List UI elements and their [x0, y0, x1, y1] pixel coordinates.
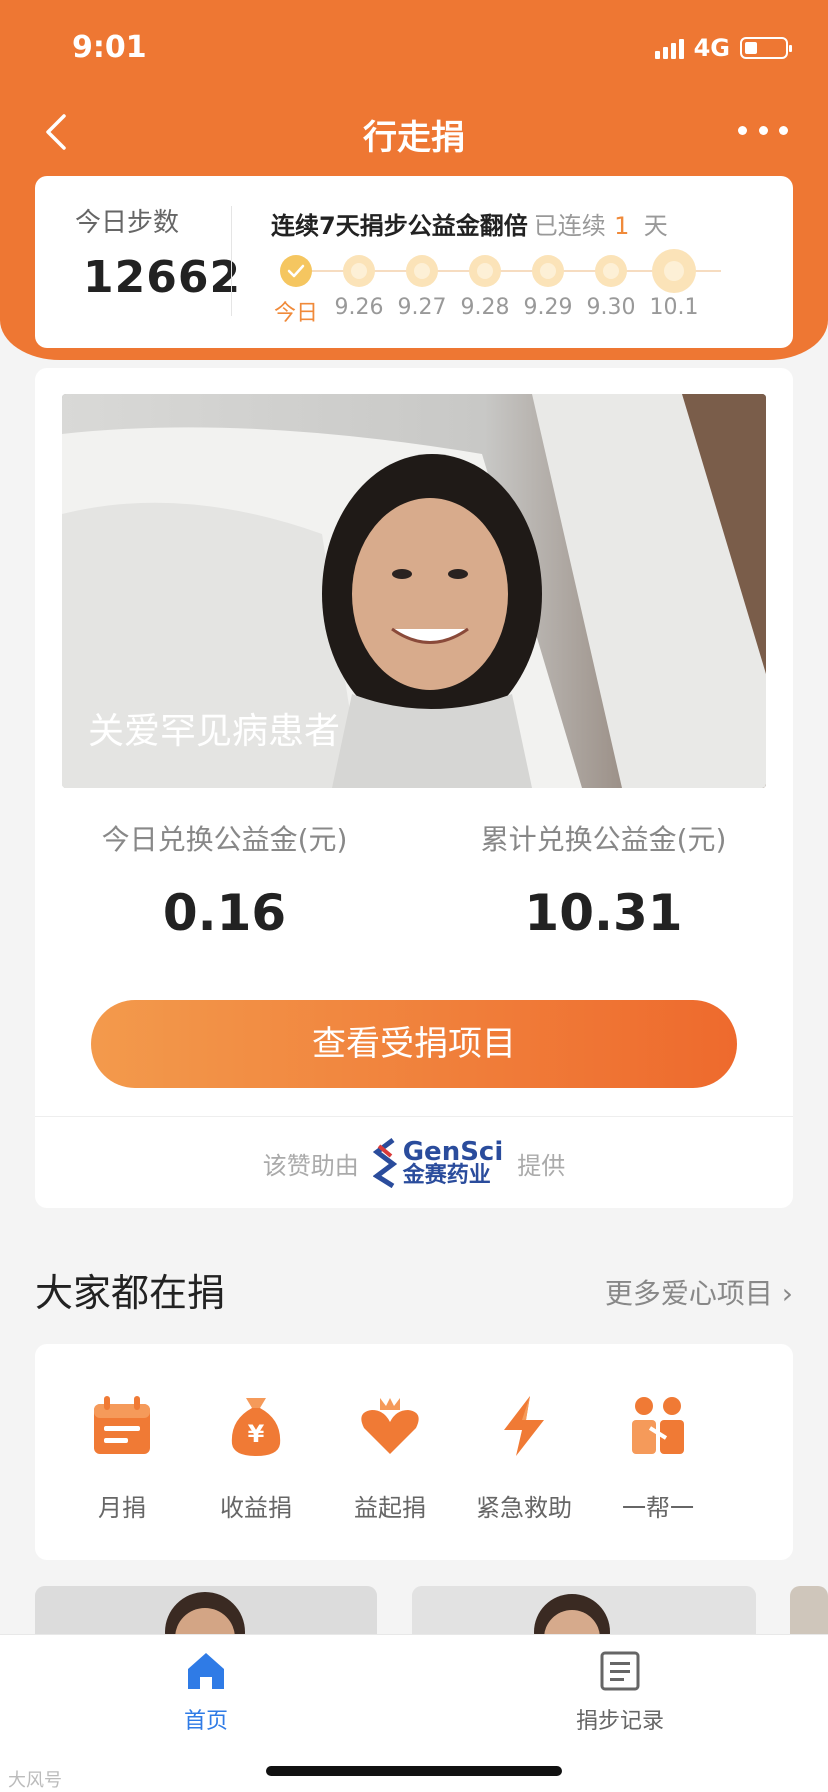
category-one-on-one[interactable]: 一帮一: [591, 1394, 725, 1523]
streak-title-text: 连续7天捐步公益金翻倍: [271, 212, 528, 240]
money-bag-icon: ¥: [224, 1394, 288, 1458]
sponsor-suffix: 提供: [517, 1151, 566, 1180]
category-label: 益起捐: [354, 1494, 426, 1522]
timeline-day-label: 9.29: [523, 295, 573, 320]
category-earnings[interactable]: ¥ 收益捐: [189, 1394, 323, 1523]
category-monthly[interactable]: 月捐: [55, 1394, 189, 1523]
streak-title: 连续7天捐步公益金翻倍 已连续 1 天: [271, 206, 668, 241]
heart-crown-icon: [358, 1394, 422, 1458]
streak-prefix: 已连续: [533, 212, 606, 240]
view-project-button[interactable]: 查看受捐项目: [91, 1000, 737, 1088]
today-steps-label: 今日步数: [75, 208, 180, 238]
calendar-icon: [90, 1394, 154, 1458]
timeline-day: 9.26: [324, 246, 394, 320]
status-bar: 9:01 4G: [0, 0, 828, 96]
home-indicator[interactable]: [266, 1766, 562, 1776]
home-icon: [106, 1649, 306, 1697]
tab-label: 捐步记录: [575, 1709, 664, 1734]
timeline-day-label: 9.30: [586, 295, 636, 320]
tab-label: 首页: [183, 1709, 228, 1734]
timeline-day: 今日: [261, 246, 331, 327]
category-label: 紧急救助: [476, 1494, 572, 1522]
timeline-day-label: 今日: [273, 301, 318, 326]
category-together[interactable]: 益起捐: [323, 1394, 457, 1523]
timeline-day-label: 9.27: [397, 295, 447, 320]
day-dot-icon: [532, 255, 564, 287]
today-stat-value: 0.16: [162, 884, 287, 942]
sponsor-prefix: 该赞助由: [262, 1151, 359, 1180]
timeline-day-label: 9.28: [460, 295, 510, 320]
page-title: 行走捐: [363, 118, 465, 158]
timeline-day: 9.28: [450, 246, 520, 320]
signal-icon: [654, 37, 684, 59]
more-projects-link[interactable]: 更多爱心项目 ›: [605, 1272, 793, 1312]
nav-bar: 行走捐: [0, 96, 828, 168]
sponsor-line: 该赞助由 GenSci 金赛药业 提供: [35, 1138, 793, 1188]
total-stat: 累计兑换公益金(元) 10.31: [414, 818, 793, 942]
timeline-day: 10.1: [639, 246, 709, 320]
record-icon: [520, 1649, 720, 1697]
svg-text:¥: ¥: [248, 1420, 265, 1448]
chevron-right-icon: ›: [781, 1277, 793, 1310]
more-projects-label: 更多爱心项目: [604, 1277, 773, 1310]
status-right: 4G: [654, 34, 792, 62]
today-stat-label: 今日兑换公益金(元): [101, 823, 348, 856]
today-stat: 今日兑换公益金(元) 0.16: [35, 818, 414, 942]
divider: [35, 1116, 793, 1117]
project-thumbnail[interactable]: [35, 1586, 377, 1636]
timeline-day: 9.30: [576, 246, 646, 320]
project-thumbnail[interactable]: [790, 1586, 828, 1636]
bonus-day-icon: [652, 249, 696, 293]
gensci-logo-icon: [372, 1138, 397, 1188]
total-stat-label: 累计兑换公益金(元): [480, 823, 727, 856]
project-photo[interactable]: 关爱罕见病患者: [62, 394, 766, 788]
streak-timeline: 今日 9.26 9.27 9.28 9.29 9.30 10.1: [271, 246, 771, 336]
divider: [231, 206, 232, 316]
category-card: 月捐 ¥ 收益捐 益起捐 紧急救助 一帮一: [35, 1344, 793, 1560]
network-label: 4G: [693, 34, 730, 62]
timeline-day-label: 9.26: [334, 295, 384, 320]
section-title: 大家都在捐: [35, 1271, 226, 1315]
sponsor-brand-en: GenSci: [402, 1137, 504, 1167]
category-label: 收益捐: [220, 1494, 292, 1522]
streak-days: 1: [614, 212, 630, 240]
project-caption: 关爱罕见病患者: [88, 711, 341, 752]
streak-suffix: 天: [643, 212, 668, 240]
sponsor-brand-cn: 金赛药业: [402, 1163, 491, 1188]
timeline-day: 9.29: [513, 246, 583, 320]
category-label: 月捐: [98, 1494, 146, 1522]
category-label: 一帮一: [622, 1494, 694, 1522]
steps-card: 今日步数 12662 连续7天捐步公益金翻倍 已连续 1 天 今日 9.26 9.…: [35, 176, 793, 348]
status-time: 9:01: [72, 30, 147, 65]
timeline-day: 9.27: [387, 246, 457, 320]
day-dot-icon: [406, 255, 438, 287]
project-thumbnails: [0, 1586, 828, 1636]
tab-home[interactable]: 首页: [106, 1649, 306, 1735]
section-header: 大家都在捐 更多爱心项目 ›: [35, 1262, 793, 1315]
timeline-day-label: 10.1: [649, 295, 699, 320]
people-icon: [626, 1394, 690, 1458]
watermark: 大风号: [8, 1770, 62, 1791]
project-card: 关爱罕见病患者 今日兑换公益金(元) 0.16 累计兑换公益金(元) 10.31…: [35, 368, 793, 1208]
gensci-logo: GenSci 金赛药业: [372, 1137, 504, 1188]
battery-icon: [740, 37, 792, 59]
check-icon: [280, 255, 312, 287]
day-dot-icon: [343, 255, 375, 287]
tab-step-records[interactable]: 捐步记录: [520, 1649, 720, 1735]
lightning-icon: [492, 1394, 556, 1458]
project-thumbnail[interactable]: [412, 1586, 756, 1636]
day-dot-icon: [469, 255, 501, 287]
total-stat-value: 10.31: [524, 884, 683, 942]
category-emergency[interactable]: 紧急救助: [457, 1394, 591, 1523]
today-steps-count: 12662: [83, 252, 242, 303]
more-icon[interactable]: [738, 110, 788, 150]
day-dot-icon: [595, 255, 627, 287]
